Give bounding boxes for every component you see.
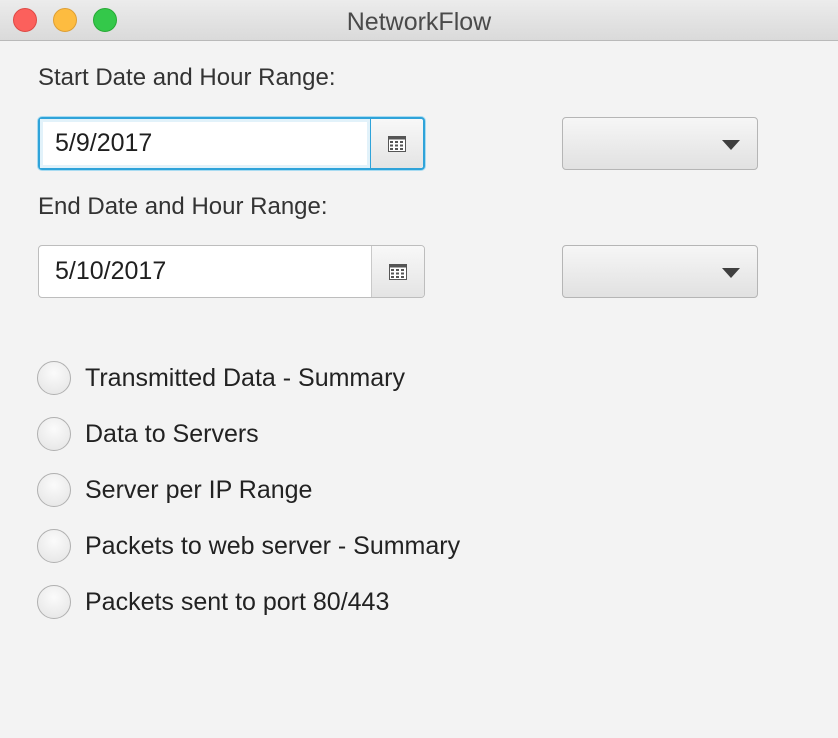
end-range-label: End Date and Hour Range: [38, 193, 328, 220]
option-packets-to-web-server-summary[interactable]: Packets to web server - Summary [37, 528, 460, 564]
option-server-per-ip-range[interactable]: Server per IP Range [37, 472, 312, 508]
chevron-down-icon [722, 268, 740, 278]
calendar-icon [388, 135, 406, 152]
option-transmitted-data-summary[interactable]: Transmitted Data - Summary [37, 360, 405, 396]
end-date-picker[interactable]: 5/10/2017 [38, 245, 425, 298]
end-calendar-button[interactable] [372, 246, 424, 297]
app-window: NetworkFlow Start Date and Hour Range: 5… [0, 0, 838, 738]
start-date-picker[interactable]: 5/9/2017 [38, 117, 425, 170]
chevron-down-icon [722, 140, 740, 150]
radio-button[interactable] [37, 473, 71, 507]
start-hour-dropdown[interactable] [562, 117, 758, 170]
radio-button[interactable] [37, 417, 71, 451]
option-label: Packets to web server - Summary [85, 531, 461, 560]
calendar-icon [389, 263, 407, 280]
end-hour-dropdown[interactable] [562, 245, 758, 298]
option-label: Packets sent to port 80/443 [85, 587, 390, 616]
end-date-input[interactable]: 5/10/2017 [39, 246, 372, 297]
title-bar: NetworkFlow [0, 0, 838, 41]
start-date-input[interactable]: 5/9/2017 [40, 119, 371, 168]
option-data-to-servers[interactable]: Data to Servers [37, 416, 259, 452]
radio-button[interactable] [37, 529, 71, 563]
radio-button[interactable] [37, 585, 71, 619]
option-packets-sent-to-port[interactable]: Packets sent to port 80/443 [37, 584, 389, 620]
window-title: NetworkFlow [346, 8, 492, 36]
option-label: Server per IP Range [85, 475, 313, 504]
option-label: Transmitted Data - Summary [85, 363, 405, 392]
start-range-label: Start Date and Hour Range: [38, 64, 336, 91]
start-calendar-button[interactable] [371, 119, 423, 168]
radio-button[interactable] [37, 361, 71, 395]
option-label: Data to Servers [85, 419, 259, 448]
